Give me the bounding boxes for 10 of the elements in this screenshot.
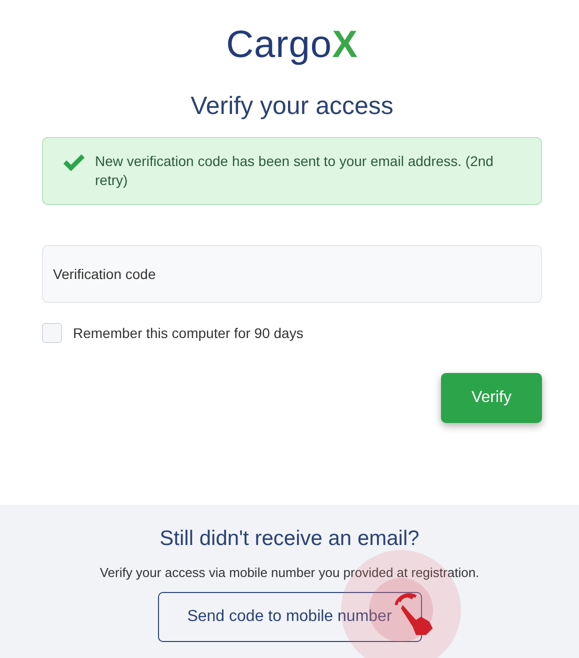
logo: CargoX <box>226 23 358 68</box>
page-title: Verify your access <box>190 92 394 121</box>
footer-title: Still didn't receive an email? <box>160 527 420 551</box>
remember-label: Remember this computer for 90 days <box>73 325 304 341</box>
check-icon <box>63 153 85 171</box>
footer-text: Verify your access via mobile number you provided at registration. <box>100 565 480 580</box>
verification-code-field[interactable]: Verification code <box>42 245 542 303</box>
send-code-button[interactable]: Send code to mobile number <box>158 592 422 642</box>
alert-message: New verification code has been sent to your email address. (2nd retry) <box>95 152 494 190</box>
checkbox[interactable] <box>42 323 62 343</box>
